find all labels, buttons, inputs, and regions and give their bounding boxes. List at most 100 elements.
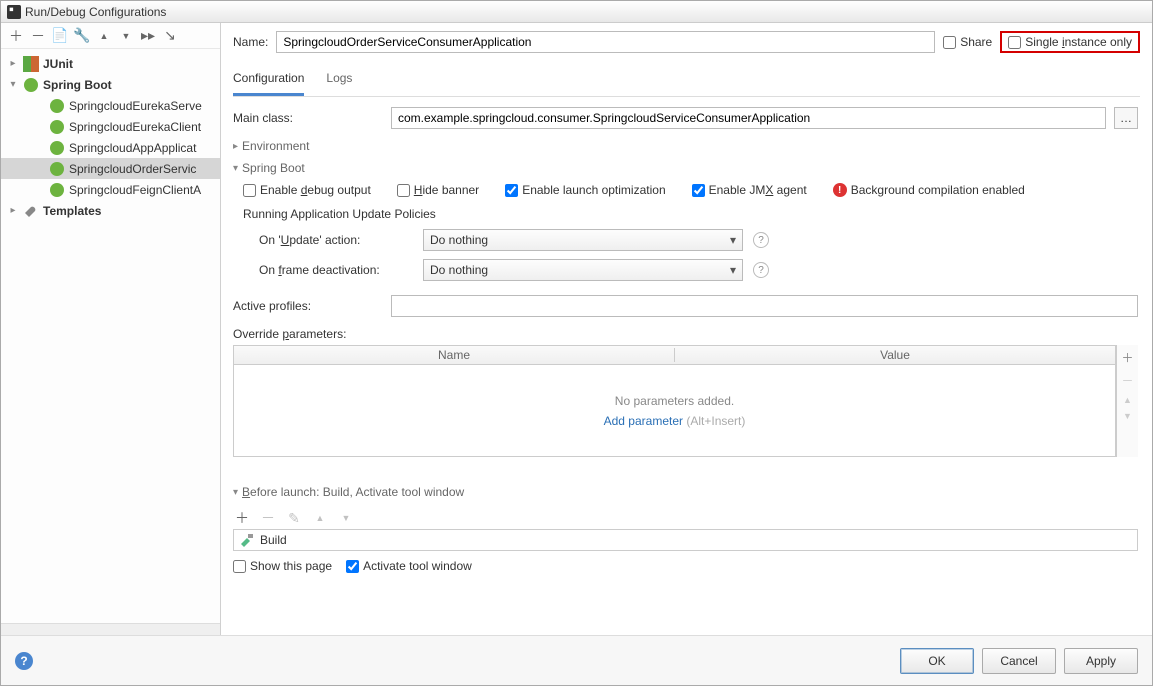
copy-config-button[interactable]: 📄 — [51, 27, 69, 45]
tree-label: SpringcloudFeignClientA — [69, 183, 201, 197]
before-launch-list[interactable]: Build — [233, 529, 1138, 551]
tree-item-child[interactable]: SpringcloudEurekaClient — [1, 116, 220, 137]
chevron-down-icon[interactable]: ▾ — [7, 79, 19, 90]
chevron-down-icon: ▾ — [233, 163, 238, 174]
move-down-button[interactable]: ▼ — [117, 27, 135, 45]
main-class-input[interactable] — [391, 107, 1106, 129]
hide-banner-checkbox[interactable]: Hide banner — [397, 183, 479, 197]
tree-label: SpringcloudEurekaServe — [69, 99, 202, 113]
springboot-icon — [49, 182, 65, 198]
help-icon[interactable]: ? — [753, 232, 769, 248]
edit-task-button[interactable]: ✎ — [285, 509, 303, 527]
task-up-button[interactable]: ▲ — [311, 509, 329, 527]
error-icon: ! — [833, 183, 847, 197]
window-title: Run/Debug Configurations — [25, 5, 166, 19]
bg-compile-warning: ! Background compilation enabled — [833, 183, 1025, 197]
active-profiles-input[interactable] — [391, 295, 1138, 317]
tree-label: JUnit — [43, 57, 73, 71]
row-up-button[interactable]: ▲ — [1123, 395, 1132, 405]
tree-item-child[interactable]: SpringcloudAppApplicat — [1, 137, 220, 158]
springboot-icon — [49, 119, 65, 135]
add-task-button[interactable]: ＋ — [233, 509, 251, 527]
cancel-button[interactable]: Cancel — [982, 648, 1056, 674]
tree-item-child[interactable]: SpringcloudEurekaServe — [1, 95, 220, 116]
help-icon[interactable]: ? — [753, 262, 769, 278]
override-params-body: No parameters added. Add parameter (Alt+… — [233, 365, 1116, 457]
policies-header: Running Application Update Policies — [233, 207, 1138, 221]
main-panel: Name: Share Single instance only Configu… — [221, 23, 1152, 635]
sidebar-toolbar: ＋ － 📄 🔧 ▲ ▼ ▸▸ ↘ — [1, 23, 220, 49]
chevron-right-icon: ▸ — [233, 141, 238, 152]
springboot-icon — [23, 77, 39, 93]
launch-opt-checkbox[interactable]: Enable launch optimization — [505, 183, 665, 197]
title-bar: Run/Debug Configurations — [1, 1, 1152, 23]
col-value: Value — [675, 348, 1115, 362]
chevron-down-icon: ▾ — [233, 487, 238, 498]
main-class-label: Main class: — [233, 111, 383, 125]
no-params-text: No parameters added. — [615, 394, 734, 408]
enable-debug-checkbox[interactable]: Enable debug output — [243, 183, 371, 197]
row-down-button[interactable]: ▼ — [1123, 411, 1132, 421]
save-config-button[interactable]: 🔧 — [73, 27, 91, 45]
on-update-label: On 'Update' action: — [259, 233, 413, 247]
name-input[interactable] — [276, 31, 935, 53]
override-params-header: Name Value — [233, 345, 1116, 365]
before-launch-section[interactable]: ▾ Before launch: Build, Activate tool wi… — [233, 485, 1138, 499]
springboot-icon — [49, 98, 65, 114]
on-frame-combo[interactable]: Do nothing — [423, 259, 743, 281]
tree-item-junit[interactable]: ▸ JUnit — [1, 53, 220, 74]
build-task-label: Build — [260, 533, 287, 547]
chevron-right-icon[interactable]: ▸ — [7, 205, 19, 216]
add-hint: (Alt+Insert) — [686, 414, 745, 428]
app-icon — [7, 5, 21, 19]
apply-button[interactable]: Apply — [1064, 648, 1138, 674]
on-frame-label: On frame deactivation: — [259, 263, 413, 277]
activate-tool-checkbox[interactable]: Activate tool window — [346, 559, 472, 573]
jmx-checkbox[interactable]: Enable JMX agent — [692, 183, 807, 197]
expand-button[interactable]: ↘ — [161, 27, 179, 45]
springboot-icon — [49, 161, 65, 177]
share-checkbox[interactable]: Share — [943, 35, 992, 49]
active-profiles-label: Active profiles: — [233, 299, 383, 313]
move-up-button[interactable]: ▲ — [95, 27, 113, 45]
add-parameter-link[interactable]: Add parameter — [604, 414, 683, 428]
override-side-toolbar: ＋ － ▲ ▼ — [1116, 345, 1138, 457]
tree-label: Templates — [43, 204, 101, 218]
dialog-footer: ? OK Cancel Apply — [1, 635, 1152, 685]
tree-label: Spring Boot — [43, 78, 112, 92]
show-this-page-checkbox[interactable]: Show this page — [233, 559, 332, 573]
tree-item-child[interactable]: SpringcloudFeignClientA — [1, 179, 220, 200]
remove-config-button[interactable]: － — [29, 27, 47, 45]
remove-row-button[interactable]: － — [1121, 372, 1133, 389]
environment-section[interactable]: ▸ Environment — [233, 139, 1138, 153]
remove-task-button[interactable]: － — [259, 509, 277, 527]
folder-button[interactable]: ▸▸ — [139, 27, 157, 45]
single-instance-checkbox[interactable]: Single instance only — [1000, 31, 1140, 53]
horizontal-scrollbar[interactable] — [1, 623, 220, 635]
tree-label: SpringcloudOrderServic — [69, 162, 196, 176]
config-sidebar: ＋ － 📄 🔧 ▲ ▼ ▸▸ ↘ ▸ JUnit ▾ Spring Boot S… — [1, 23, 221, 635]
add-row-button[interactable]: ＋ — [1121, 349, 1133, 366]
tabs: Configuration Logs — [233, 65, 1140, 97]
springboot-section[interactable]: ▾ Spring Boot — [233, 161, 1138, 175]
task-down-button[interactable]: ▼ — [337, 509, 355, 527]
tree-label: SpringcloudEurekaClient — [69, 120, 201, 134]
springboot-icon — [49, 140, 65, 156]
tree-label: SpringcloudAppApplicat — [69, 141, 196, 155]
tab-logs[interactable]: Logs — [326, 65, 352, 96]
tab-configuration[interactable]: Configuration — [233, 65, 304, 96]
help-button[interactable]: ? — [15, 652, 33, 670]
chevron-right-icon[interactable]: ▸ — [7, 58, 19, 69]
ok-button[interactable]: OK — [900, 648, 974, 674]
add-config-button[interactable]: ＋ — [7, 27, 25, 45]
tree-item-child-selected[interactable]: SpringcloudOrderServic — [1, 158, 220, 179]
junit-icon — [23, 56, 39, 72]
on-update-combo[interactable]: Do nothing — [423, 229, 743, 251]
config-tree: ▸ JUnit ▾ Spring Boot SpringcloudEurekaS… — [1, 49, 220, 623]
tree-item-templates[interactable]: ▸ Templates — [1, 200, 220, 221]
tree-item-springboot[interactable]: ▾ Spring Boot — [1, 74, 220, 95]
hammer-icon — [240, 533, 254, 547]
browse-button[interactable]: … — [1114, 107, 1138, 129]
override-params-label: Override parameters: — [233, 327, 1138, 341]
col-name: Name — [234, 348, 675, 362]
